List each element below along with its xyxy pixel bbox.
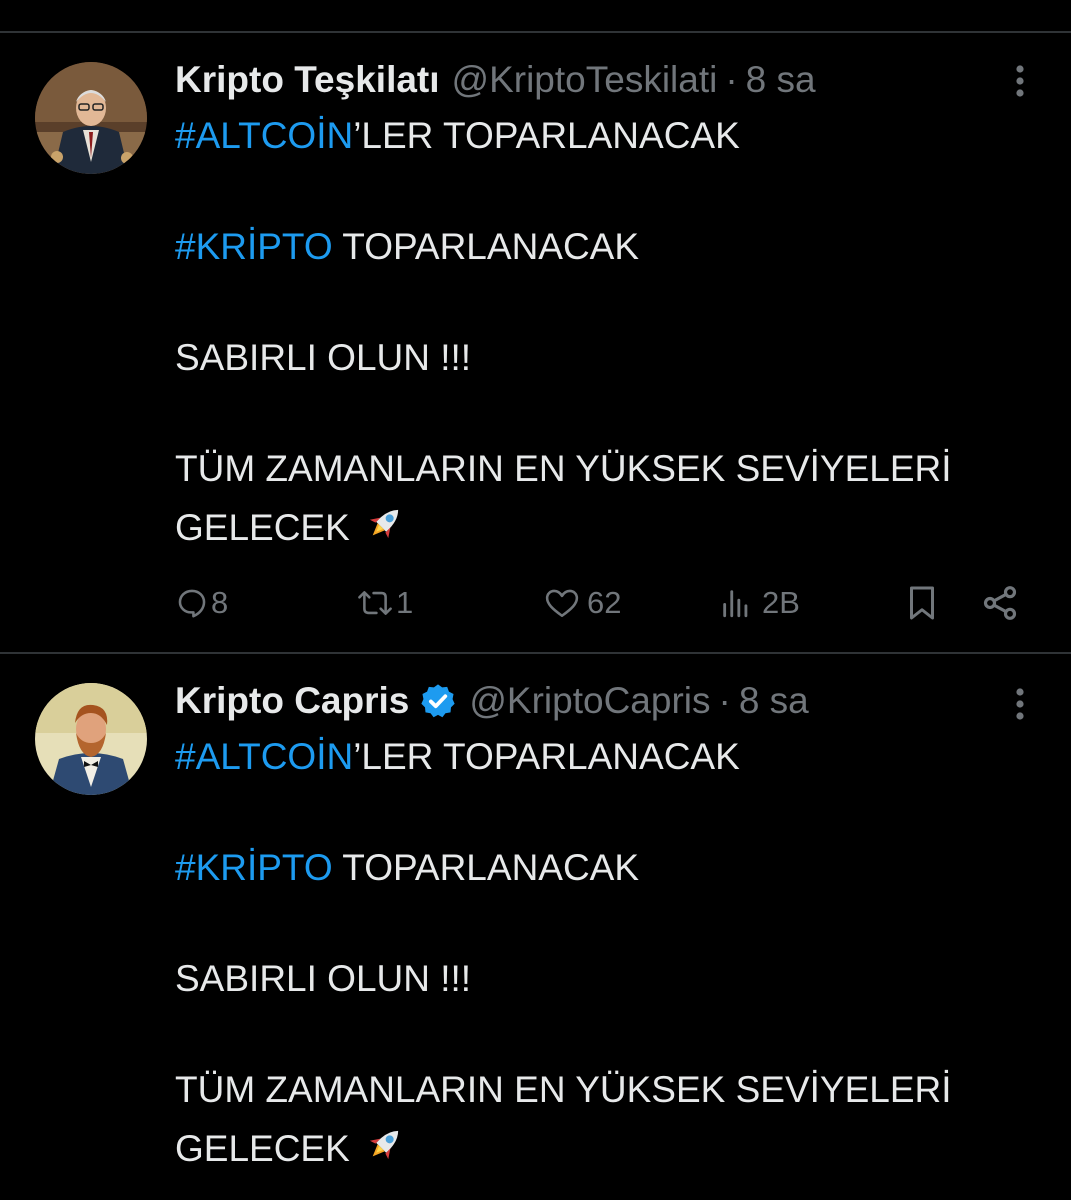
text-line: SABIRLI OLUN !!!	[175, 333, 471, 383]
tweet-2[interactable]: Kripto Capris @KriptoCapris · 8 sa #ALTC…	[0, 676, 1071, 1200]
hashtag-link[interactable]: #KRİPTO	[175, 226, 333, 267]
text-segment: ’LER TOPARLANACAK	[353, 736, 740, 777]
analytics-icon	[723, 590, 748, 618]
rocket-icon	[369, 1130, 398, 1160]
timestamp[interactable]: 8 sa	[739, 676, 809, 726]
text-segment: GELECEK	[175, 1128, 350, 1169]
text-segment: TOPARLANACAK	[332, 226, 640, 267]
view-count: 2B	[762, 585, 800, 620]
timestamp[interactable]: 8 sa	[746, 55, 816, 105]
text-segment: TÜM ZAMANLARIN EN YÜKSEK SEVİYELERİ	[175, 448, 952, 489]
like-count: 62	[587, 585, 622, 620]
text-line: GELECEK	[175, 500, 408, 550]
tweet-header: Kripto Teşkilatı @KriptoTeskilati · 8 sa	[175, 55, 816, 105]
bookmark-icon	[910, 586, 934, 620]
top-divider	[0, 31, 1071, 33]
display-name[interactable]: Kripto Capris	[175, 676, 409, 726]
avatar[interactable]	[35, 683, 147, 795]
repost-icon	[358, 591, 392, 615]
tweet-actions: 8 1 62 2B	[0, 578, 1071, 628]
text-segment: ’LER TOPARLANACAK	[353, 115, 740, 156]
text-segment: TÜM ZAMANLARIN EN YÜKSEK SEVİYELERİ	[175, 1069, 952, 1110]
user-handle[interactable]: @KriptoTeskilati	[452, 55, 718, 105]
share-button[interactable]	[980, 578, 1020, 628]
repost-button[interactable]: 1	[356, 578, 413, 628]
separator-dot: ·	[725, 59, 738, 100]
display-name[interactable]: Kripto Teşkilatı	[175, 55, 440, 105]
tweet-header: Kripto Capris @KriptoCapris · 8 sa	[175, 676, 809, 726]
text-line: SABIRLI OLUN !!!	[175, 954, 471, 1004]
more-options-button[interactable]	[1004, 684, 1036, 724]
like-button[interactable]: 62	[543, 578, 621, 628]
user-handle[interactable]: @KriptoCapris	[469, 676, 710, 726]
tweet-text: #ALTCOİN’LER TOPARLANACAK #KRİPTO TOPARL…	[175, 732, 1055, 1182]
separator-dot: ·	[718, 680, 731, 721]
text-segment: SABIRLI OLUN !!!	[175, 958, 472, 999]
text-segment: GELECEK	[175, 507, 350, 548]
avatar-old-man-suit	[35, 62, 147, 174]
reply-button[interactable]: 8	[175, 578, 228, 628]
text-line: #KRİPTO TOPARLANACAK	[175, 843, 639, 893]
text-segment: SABIRLI OLUN !!!	[175, 337, 472, 378]
text-line: #KRİPTO TOPARLANACAK	[175, 222, 639, 272]
heart-icon	[545, 589, 579, 618]
avatar-bearded-man-tuxedo	[35, 683, 147, 795]
text-line: #ALTCOİN’LER TOPARLANACAK	[175, 111, 740, 161]
bookmark-button[interactable]	[904, 578, 940, 628]
text-line: TÜM ZAMANLARIN EN YÜKSEK SEVİYELERİ	[175, 444, 952, 494]
more-vertical-icon	[1016, 688, 1024, 720]
more-options-button[interactable]	[1004, 61, 1036, 101]
avatar[interactable]	[35, 62, 147, 174]
hashtag-link[interactable]: #KRİPTO	[175, 847, 333, 888]
rocket-icon	[369, 509, 398, 539]
reply-count: 8	[211, 585, 229, 620]
hashtag-link[interactable]: #ALTCOİN	[175, 736, 353, 777]
views-button[interactable]: 2B	[718, 578, 800, 628]
share-icon	[983, 586, 1017, 620]
verified-badge-icon	[421, 684, 455, 718]
text-line: GELECEK	[175, 1121, 408, 1171]
tweet-1[interactable]: Kripto Teşkilatı @KriptoTeskilati · 8 sa…	[0, 55, 1071, 650]
text-line: TÜM ZAMANLARIN EN YÜKSEK SEVİYELERİ	[175, 1065, 952, 1115]
more-vertical-icon	[1016, 65, 1024, 97]
tweet-text: #ALTCOİN’LER TOPARLANACAK #KRİPTO TOPARL…	[175, 111, 1055, 561]
text-line: #ALTCOİN’LER TOPARLANACAK	[175, 732, 740, 782]
repost-count: 1	[396, 585, 414, 620]
tweet-divider	[0, 652, 1071, 654]
reply-icon	[178, 589, 206, 618]
hashtag-link[interactable]: #ALTCOİN	[175, 115, 353, 156]
text-segment: TOPARLANACAK	[332, 847, 640, 888]
